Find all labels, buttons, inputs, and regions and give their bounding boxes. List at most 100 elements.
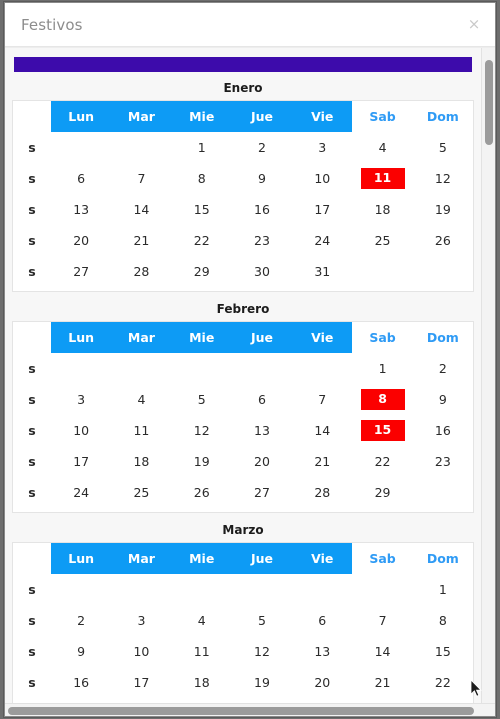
week-column-header <box>13 322 51 353</box>
day-cell[interactable]: 4 <box>172 605 232 636</box>
day-cell[interactable]: 5 <box>413 132 473 163</box>
day-cell[interactable]: 11 <box>111 415 171 446</box>
day-cell[interactable]: 10 <box>111 636 171 667</box>
day-cell[interactable]: 11 <box>172 636 232 667</box>
day-cell[interactable]: 2 <box>232 132 292 163</box>
day-cell[interactable]: 7 <box>292 384 352 415</box>
day-cell[interactable]: 7 <box>352 605 412 636</box>
day-cell[interactable]: 2 <box>413 353 473 384</box>
day-cell[interactable]: 12 <box>172 415 232 446</box>
day-cell[interactable]: 4 <box>352 132 412 163</box>
day-cell[interactable]: 6 <box>51 163 111 194</box>
day-cell[interactable]: 24 <box>51 477 111 508</box>
holiday-badge[interactable]: 15 <box>360 420 405 441</box>
day-cell[interactable]: 27 <box>232 477 292 508</box>
month-block: Marzo Lun Mar Mie Jue Vie Sab Dom s 1 s 2 3 4 5 6 7 8 s 9 10… <box>12 520 474 703</box>
day-cell[interactable]: 14 <box>352 636 412 667</box>
day-cell[interactable]: 25 <box>111 477 171 508</box>
day-cell[interactable]: 5 <box>172 384 232 415</box>
day-cell[interactable]: 26 <box>413 225 473 256</box>
day-cell[interactable]: 10 <box>292 163 352 194</box>
day-cell[interactable]: 19 <box>413 194 473 225</box>
day-cell[interactable]: 18 <box>111 446 171 477</box>
week-marker: s <box>28 233 36 248</box>
day-cell[interactable]: 22 <box>352 446 412 477</box>
day-header-jue: Jue <box>231 543 293 574</box>
day-cell-empty <box>413 256 473 287</box>
day-header-dom: Dom <box>412 322 473 353</box>
horizontal-scrollbar-thumb[interactable] <box>8 707 474 715</box>
day-cell[interactable]: 15 <box>413 636 473 667</box>
day-cell[interactable]: 19 <box>172 446 232 477</box>
vertical-scrollbar-thumb[interactable] <box>485 60 493 145</box>
day-cell[interactable]: 15 <box>172 194 232 225</box>
day-cell[interactable]: 10 <box>51 415 111 446</box>
day-cell[interactable]: 9 <box>232 163 292 194</box>
day-cell[interactable]: 6 <box>292 605 352 636</box>
day-cell[interactable]: 20 <box>292 667 352 698</box>
day-cell[interactable]: 23 <box>232 225 292 256</box>
day-cell-empty <box>232 574 292 605</box>
day-header-row: Lun Mar Mie Jue Vie Sab Dom <box>13 543 473 574</box>
day-cell[interactable]: 3 <box>292 132 352 163</box>
day-cell[interactable]: 24 <box>292 225 352 256</box>
day-cell[interactable]: 16 <box>232 194 292 225</box>
day-cell[interactable]: 16 <box>413 415 473 446</box>
day-cell[interactable]: 20 <box>51 225 111 256</box>
day-cell[interactable]: 17 <box>292 194 352 225</box>
day-cell[interactable]: 14 <box>111 194 171 225</box>
day-cell-holiday[interactable]: 8 <box>352 384 412 415</box>
holiday-badge[interactable]: 11 <box>360 168 405 189</box>
day-cell[interactable]: 1 <box>352 353 412 384</box>
day-cell[interactable]: 22 <box>413 667 473 698</box>
day-cell[interactable]: 7 <box>111 163 171 194</box>
day-cell[interactable]: 22 <box>172 225 232 256</box>
day-cell[interactable]: 28 <box>292 477 352 508</box>
day-cell-holiday[interactable]: 15 <box>352 415 412 446</box>
week-row: s 12 <box>13 353 473 384</box>
day-cell[interactable]: 8 <box>172 163 232 194</box>
day-cell[interactable]: 14 <box>292 415 352 446</box>
day-cell[interactable]: 12 <box>232 636 292 667</box>
day-cell[interactable]: 29 <box>172 256 232 287</box>
day-cell[interactable]: 20 <box>232 446 292 477</box>
day-cell[interactable]: 25 <box>352 225 412 256</box>
day-cell[interactable]: 31 <box>292 256 352 287</box>
day-cell[interactable]: 13 <box>292 636 352 667</box>
day-cell[interactable]: 21 <box>111 225 171 256</box>
day-cell[interactable]: 17 <box>111 667 171 698</box>
vertical-scrollbar[interactable] <box>481 48 495 703</box>
month-title: Enero <box>223 81 263 95</box>
close-icon[interactable]: × <box>463 14 485 36</box>
horizontal-scrollbar[interactable] <box>5 703 495 716</box>
day-cell[interactable]: 9 <box>51 636 111 667</box>
day-cell[interactable]: 26 <box>172 477 232 508</box>
day-cell[interactable]: 6 <box>232 384 292 415</box>
day-cell[interactable]: 2 <box>51 605 111 636</box>
day-cell[interactable]: 18 <box>172 667 232 698</box>
day-cell[interactable]: 12 <box>413 163 473 194</box>
day-cell[interactable]: 18 <box>352 194 412 225</box>
day-cell[interactable]: 29 <box>352 477 412 508</box>
holiday-badge[interactable]: 8 <box>360 389 405 410</box>
day-cell[interactable]: 1 <box>413 574 473 605</box>
day-cell[interactable]: 4 <box>111 384 171 415</box>
day-cell[interactable]: 28 <box>111 256 171 287</box>
day-cell[interactable]: 23 <box>413 446 473 477</box>
day-cell[interactable]: 17 <box>51 446 111 477</box>
day-cell[interactable]: 27 <box>51 256 111 287</box>
day-cell[interactable]: 3 <box>111 605 171 636</box>
day-cell[interactable]: 9 <box>413 384 473 415</box>
day-cell[interactable]: 13 <box>232 415 292 446</box>
day-cell[interactable]: 19 <box>232 667 292 698</box>
day-cell[interactable]: 13 <box>51 194 111 225</box>
day-cell[interactable]: 21 <box>292 446 352 477</box>
day-cell[interactable]: 5 <box>232 605 292 636</box>
day-cell[interactable]: 3 <box>51 384 111 415</box>
day-cell[interactable]: 1 <box>172 132 232 163</box>
day-cell[interactable]: 30 <box>232 256 292 287</box>
day-cell[interactable]: 8 <box>413 605 473 636</box>
day-cell[interactable]: 16 <box>51 667 111 698</box>
day-cell-holiday[interactable]: 11 <box>352 163 412 194</box>
day-cell[interactable]: 21 <box>352 667 412 698</box>
